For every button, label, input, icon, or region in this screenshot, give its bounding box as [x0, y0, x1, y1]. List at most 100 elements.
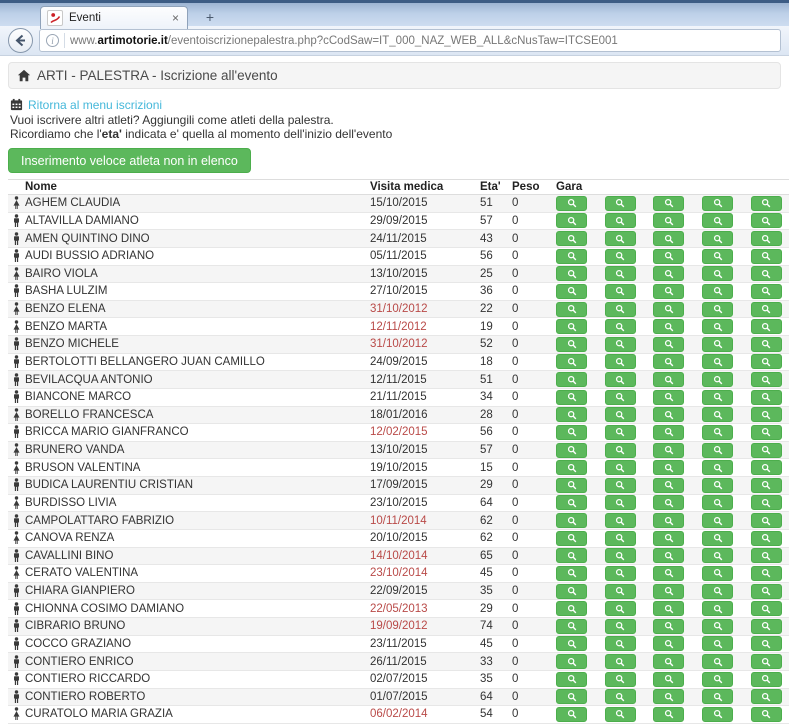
race-search-button[interactable] [751, 478, 782, 493]
race-search-button[interactable] [605, 337, 636, 352]
race-search-button[interactable] [751, 584, 782, 599]
race-search-button[interactable] [702, 548, 733, 563]
race-search-button[interactable] [653, 302, 684, 317]
race-search-button[interactable] [751, 390, 782, 405]
race-search-button[interactable] [556, 196, 587, 211]
race-search-button[interactable] [751, 460, 782, 475]
race-search-button[interactable] [556, 689, 587, 704]
race-search-button[interactable] [751, 372, 782, 387]
race-search-button[interactable] [751, 196, 782, 211]
quick-add-button[interactable]: Inserimento veloce atleta non in elenco [8, 148, 251, 173]
race-search-button[interactable] [556, 319, 587, 334]
race-search-button[interactable] [556, 619, 587, 634]
race-search-button[interactable] [605, 636, 636, 651]
race-search-button[interactable] [702, 213, 733, 228]
race-search-button[interactable] [653, 636, 684, 651]
race-search-button[interactable] [653, 249, 684, 264]
race-search-button[interactable] [556, 249, 587, 264]
race-search-button[interactable] [556, 390, 587, 405]
race-search-button[interactable] [556, 584, 587, 599]
race-search-button[interactable] [751, 231, 782, 246]
race-search-button[interactable] [605, 548, 636, 563]
race-search-button[interactable] [653, 337, 684, 352]
back-button[interactable] [8, 28, 33, 53]
race-search-button[interactable] [605, 654, 636, 669]
race-search-button[interactable] [556, 443, 587, 458]
race-search-button[interactable] [702, 513, 733, 528]
race-search-button[interactable] [605, 531, 636, 546]
race-search-button[interactable] [702, 531, 733, 546]
race-search-button[interactable] [605, 196, 636, 211]
race-search-button[interactable] [702, 619, 733, 634]
info-icon[interactable]: i [46, 34, 59, 47]
race-search-button[interactable] [653, 689, 684, 704]
race-search-button[interactable] [702, 636, 733, 651]
race-search-button[interactable] [605, 231, 636, 246]
race-search-button[interactable] [605, 689, 636, 704]
race-search-button[interactable] [605, 566, 636, 581]
race-search-button[interactable] [653, 231, 684, 246]
race-search-button[interactable] [605, 619, 636, 634]
race-search-button[interactable] [556, 531, 587, 546]
race-search-button[interactable] [556, 407, 587, 422]
race-search-button[interactable] [653, 566, 684, 581]
race-search-button[interactable] [653, 584, 684, 599]
race-search-button[interactable] [556, 213, 587, 228]
race-search-button[interactable] [605, 354, 636, 369]
race-search-button[interactable] [702, 601, 733, 616]
race-search-button[interactable] [702, 478, 733, 493]
race-search-button[interactable] [702, 566, 733, 581]
race-search-button[interactable] [556, 302, 587, 317]
race-search-button[interactable] [653, 460, 684, 475]
race-search-button[interactable] [751, 548, 782, 563]
race-search-button[interactable] [751, 654, 782, 669]
race-search-button[interactable] [702, 266, 733, 281]
race-search-button[interactable] [702, 319, 733, 334]
race-search-button[interactable] [556, 266, 587, 281]
race-search-button[interactable] [605, 513, 636, 528]
race-search-button[interactable] [751, 636, 782, 651]
race-search-button[interactable] [556, 548, 587, 563]
race-search-button[interactable] [702, 654, 733, 669]
race-search-button[interactable] [653, 707, 684, 722]
close-tab-icon[interactable]: × [170, 11, 181, 25]
race-search-button[interactable] [605, 495, 636, 510]
race-search-button[interactable] [702, 196, 733, 211]
race-search-button[interactable] [605, 601, 636, 616]
race-search-button[interactable] [653, 672, 684, 687]
race-search-button[interactable] [653, 266, 684, 281]
race-search-button[interactable] [556, 425, 587, 440]
return-menu-link[interactable]: Ritorna al menu iscrizioni [28, 98, 162, 112]
race-search-button[interactable] [702, 707, 733, 722]
race-search-button[interactable] [653, 213, 684, 228]
race-search-button[interactable] [653, 548, 684, 563]
race-search-button[interactable] [751, 495, 782, 510]
race-search-button[interactable] [653, 284, 684, 299]
race-search-button[interactable] [653, 513, 684, 528]
race-search-button[interactable] [702, 372, 733, 387]
race-search-button[interactable] [653, 390, 684, 405]
race-search-button[interactable] [751, 337, 782, 352]
race-search-button[interactable] [702, 460, 733, 475]
race-search-button[interactable] [702, 249, 733, 264]
race-search-button[interactable] [556, 513, 587, 528]
race-search-button[interactable] [702, 302, 733, 317]
race-search-button[interactable] [653, 601, 684, 616]
race-search-button[interactable] [556, 636, 587, 651]
race-search-button[interactable] [702, 425, 733, 440]
race-search-button[interactable] [751, 619, 782, 634]
race-search-button[interactable] [605, 478, 636, 493]
race-search-button[interactable] [751, 601, 782, 616]
race-search-button[interactable] [605, 672, 636, 687]
race-search-button[interactable] [605, 213, 636, 228]
race-search-button[interactable] [605, 319, 636, 334]
race-search-button[interactable] [653, 443, 684, 458]
race-search-button[interactable] [702, 443, 733, 458]
race-search-button[interactable] [605, 266, 636, 281]
race-search-button[interactable] [653, 654, 684, 669]
race-search-button[interactable] [556, 284, 587, 299]
race-search-button[interactable] [556, 478, 587, 493]
race-search-button[interactable] [751, 672, 782, 687]
race-search-button[interactable] [702, 584, 733, 599]
race-search-button[interactable] [751, 707, 782, 722]
